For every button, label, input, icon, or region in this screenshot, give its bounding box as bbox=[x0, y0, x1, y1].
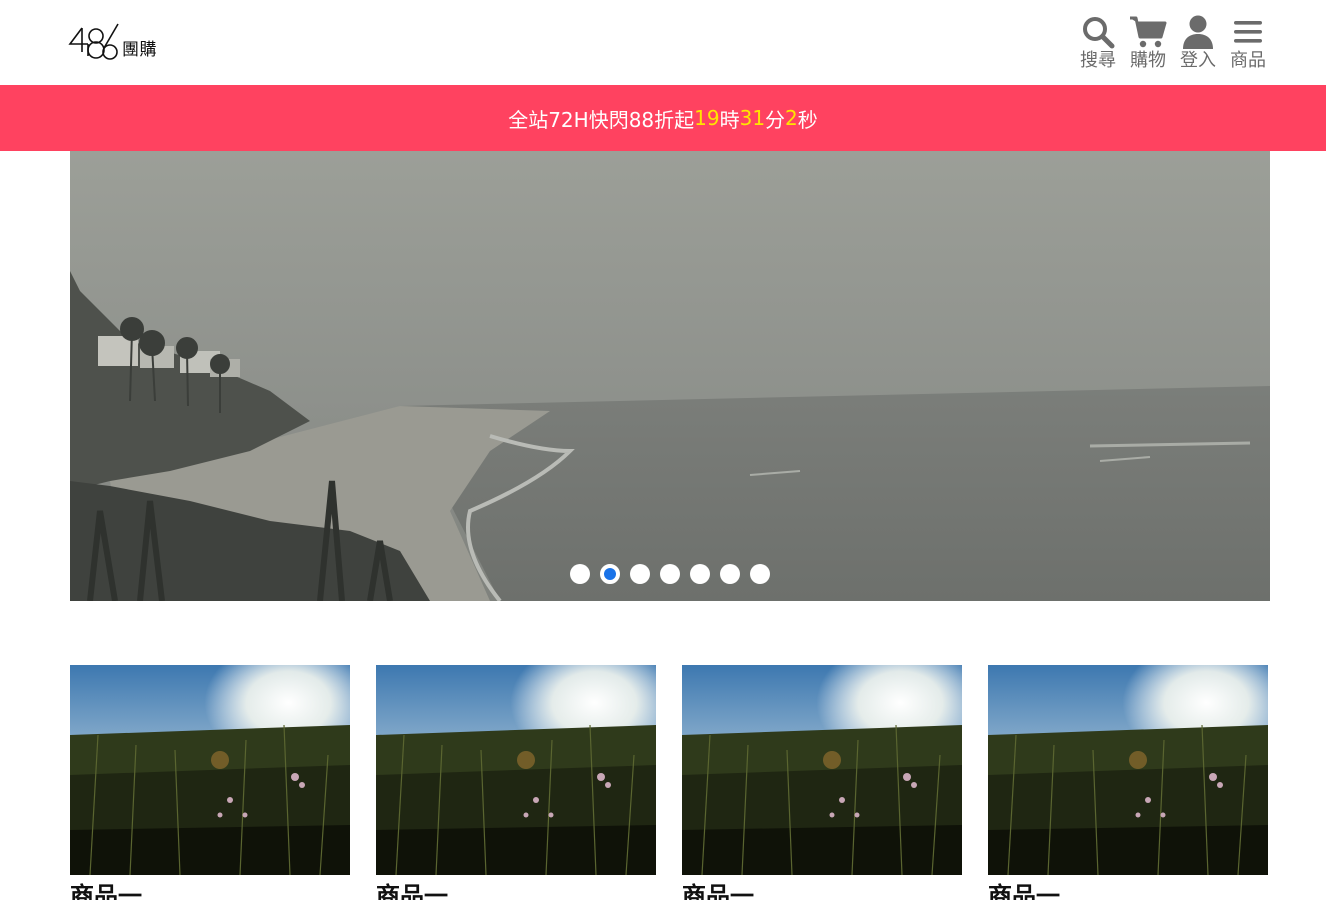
hero-slide-image bbox=[70, 151, 1270, 601]
user-icon bbox=[1179, 14, 1217, 50]
carousel-dot[interactable] bbox=[720, 564, 740, 584]
logo-text: 團購 bbox=[122, 40, 157, 60]
nav-login[interactable]: 登入 bbox=[1178, 14, 1218, 72]
flash-sale-banner: 全站72H快閃88折起 19 時 31 分 2 秒 bbox=[0, 85, 1326, 151]
carousel-dot[interactable] bbox=[630, 564, 650, 584]
product-grid: 商品一 商品一 商品一 商品一 bbox=[70, 665, 1270, 900]
product-card[interactable]: 商品一 bbox=[70, 665, 350, 900]
nav-products-label: 商品 bbox=[1230, 50, 1266, 71]
nav-products[interactable]: 商品 bbox=[1228, 14, 1268, 72]
search-icon bbox=[1079, 14, 1117, 50]
carousel-dot-active[interactable] bbox=[600, 564, 620, 584]
menu-icon bbox=[1229, 14, 1267, 50]
countdown-hours-unit: 時 bbox=[719, 107, 740, 132]
product-card[interactable]: 商品一 bbox=[682, 665, 962, 900]
product-title[interactable]: 商品一 bbox=[376, 879, 656, 900]
countdown-minutes: 31 bbox=[739, 106, 766, 130]
product-image[interactable] bbox=[376, 665, 656, 875]
nav-search-label: 搜尋 bbox=[1080, 50, 1116, 71]
hero-carousel[interactable] bbox=[70, 151, 1270, 601]
carousel-indicators bbox=[70, 564, 1270, 584]
countdown-seconds-unit: 秒 bbox=[797, 107, 818, 132]
top-nav: 搜尋 購物 登入 商品 bbox=[1078, 14, 1268, 72]
nav-search[interactable]: 搜尋 bbox=[1078, 14, 1118, 72]
product-title[interactable]: 商品一 bbox=[70, 879, 350, 900]
product-image[interactable] bbox=[682, 665, 962, 875]
carousel-dot[interactable] bbox=[690, 564, 710, 584]
carousel-dot[interactable] bbox=[750, 564, 770, 584]
nav-cart-label: 購物 bbox=[1130, 50, 1166, 71]
countdown-hours: 19 bbox=[694, 106, 720, 130]
nav-login-label: 登入 bbox=[1180, 50, 1216, 71]
product-image[interactable] bbox=[988, 665, 1268, 875]
carousel-dot[interactable] bbox=[660, 564, 680, 584]
nav-cart[interactable]: 購物 bbox=[1128, 14, 1168, 72]
countdown-minutes-unit: 分 bbox=[765, 107, 786, 132]
countdown-seconds: 2 bbox=[785, 106, 798, 130]
site-header: 團購 搜尋 購物 登入 商品 bbox=[0, 0, 1326, 85]
product-card[interactable]: 商品一 bbox=[376, 665, 656, 900]
product-image[interactable] bbox=[70, 665, 350, 875]
product-title[interactable]: 商品一 bbox=[988, 879, 1268, 900]
logo-mark-icon bbox=[68, 23, 119, 60]
carousel-dot[interactable] bbox=[570, 564, 590, 584]
site-logo[interactable]: 團購 bbox=[68, 22, 168, 64]
product-card[interactable]: 商品一 bbox=[988, 665, 1268, 900]
banner-prefix: 全站72H快閃88折起 bbox=[508, 107, 695, 132]
cart-icon bbox=[1129, 14, 1167, 50]
product-title[interactable]: 商品一 bbox=[682, 879, 962, 900]
